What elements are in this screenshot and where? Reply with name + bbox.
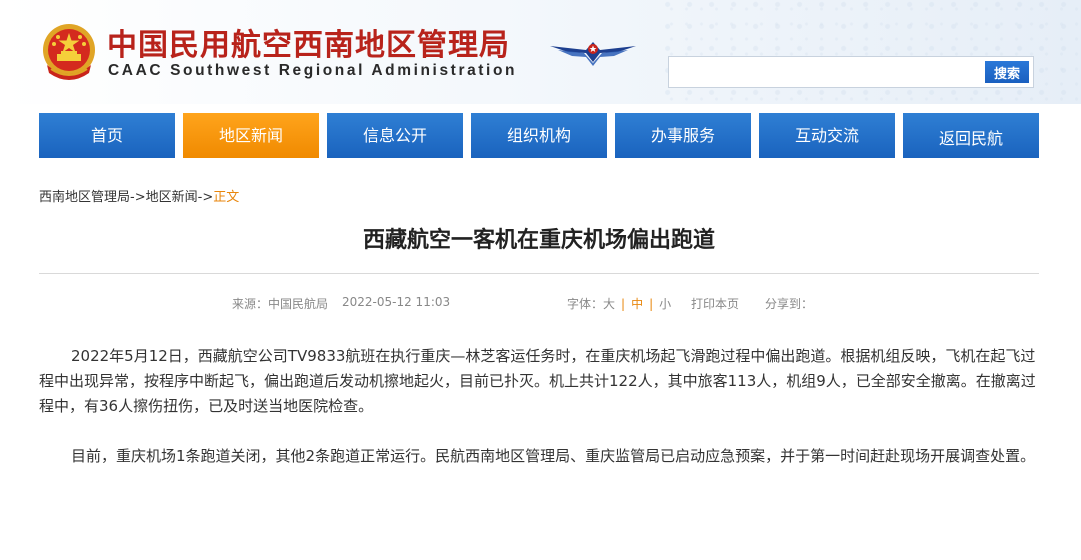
caac-wings-logo-icon [550, 42, 636, 66]
article-paragraph-2: 目前，重庆机场1条跑道关闭，其他2条跑道正常运行。民航西南地区管理局、重庆监管局… [71, 447, 1036, 465]
font-size-control: 字体：大 | 中 | 小 [567, 295, 671, 312]
font-size-large[interactable]: 大 [603, 297, 615, 311]
breadcrumb-item-news[interactable]: 地区新闻 [146, 190, 198, 205]
breadcrumb-item-current: 正文 [213, 190, 240, 205]
breadcrumb-separator: -> [197, 190, 214, 205]
article-source: 来源：中国民航局 [232, 297, 329, 311]
nav-item-services[interactable]: 办事服务 [615, 113, 751, 158]
font-size-medium[interactable]: 中 [631, 297, 643, 311]
nav-item-back-caac[interactable]: 返回民航 [903, 113, 1039, 158]
search-button[interactable]: 搜索 [985, 61, 1029, 83]
main-nav: 首页 地区新闻 信息公开 组织机构 办事服务 互动交流 返回民航 [39, 113, 1039, 158]
font-size-small[interactable]: 小 [659, 297, 671, 311]
site-subtitle: CAAC Southwest Regional Administration [108, 62, 518, 79]
breadcrumb: 西南地区管理局->地区新闻->正文 [39, 186, 239, 205]
breadcrumb-separator: -> [130, 190, 146, 205]
print-page-link[interactable]: 打印本页 [691, 295, 739, 312]
breadcrumb-item-home[interactable]: 西南地区管理局 [39, 190, 130, 205]
national-emblem-icon[interactable] [39, 21, 99, 85]
nav-item-info-disclosure[interactable]: 信息公开 [327, 113, 463, 158]
font-size-separator: | [649, 297, 654, 311]
search-input[interactable] [671, 59, 983, 85]
search-box: 搜索 [668, 56, 1034, 88]
share-label: 分享到： [765, 297, 814, 311]
nav-item-organization[interactable]: 组织机构 [471, 113, 607, 158]
font-size-separator: | [621, 297, 626, 311]
site-title: 中国民用航空西南地区管理局 [107, 28, 510, 63]
nav-item-home[interactable]: 首页 [39, 113, 175, 158]
nav-item-interaction[interactable]: 互动交流 [759, 113, 895, 158]
title-divider [39, 273, 1039, 274]
nav-item-regional-news[interactable]: 地区新闻 [183, 113, 319, 158]
article-paragraph-1: 2022年5月12日，西藏航空公司TV9833航班在执行重庆—林芝客运任务时，在… [39, 347, 1036, 415]
article-title: 西藏航空一客机在重庆机场偏出跑道 [362, 228, 715, 253]
font-size-label: 字体： [567, 297, 604, 311]
article-date: 2022-05-12 11:03 [342, 295, 451, 309]
